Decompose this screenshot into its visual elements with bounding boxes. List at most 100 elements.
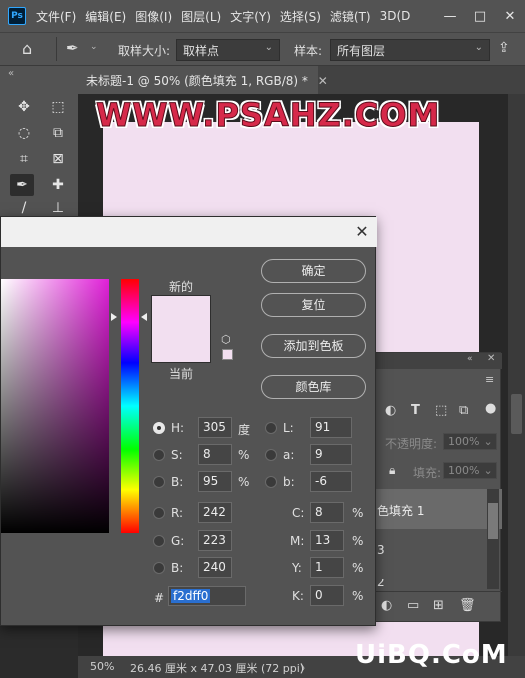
chevron-down-icon: ⌄ <box>264 42 273 53</box>
quick-select-tool-icon[interactable]: ⧉ <box>46 122 70 144</box>
site-logo-text: UiBQ.CoM <box>355 640 508 670</box>
scroll-thumb[interactable] <box>511 394 522 434</box>
l-input[interactable]: 91 <box>310 417 352 438</box>
sample-size-select[interactable]: 取样点 ⌄ <box>176 39 280 61</box>
hue-slider-right-arrow-icon[interactable] <box>141 313 147 321</box>
ok-button[interactable]: 确定 <box>261 259 366 283</box>
fill-field[interactable]: 100% ⌄ <box>443 462 497 479</box>
menu-image[interactable]: 图像(I) <box>135 8 172 25</box>
type-filter-icon[interactable]: T <box>411 403 420 418</box>
current-color-swatch[interactable] <box>151 329 211 363</box>
g-radio[interactable] <box>153 535 165 547</box>
s-unit: % <box>238 448 250 462</box>
frame-tool-icon[interactable]: ⊠ <box>46 148 70 170</box>
c-input[interactable]: 8 <box>310 502 344 523</box>
hex-input[interactable]: f2dff0 <box>168 586 246 606</box>
k-input[interactable]: 0 <box>310 585 344 606</box>
smart-object-filter-icon[interactable]: ⧉ <box>459 403 468 418</box>
separator <box>56 37 57 61</box>
hue-slider-left-arrow-icon[interactable] <box>111 313 117 321</box>
reset-button[interactable]: 复位 <box>261 293 366 317</box>
status-arrow-icon[interactable]: 〉 <box>300 660 311 676</box>
home-icon[interactable]: ⌂ <box>22 39 32 58</box>
eyedropper-tool-icon[interactable]: ✒ <box>66 39 79 57</box>
tab-close-icon[interactable]: ✕ <box>318 74 328 88</box>
a-radio[interactable] <box>265 449 277 461</box>
zoom-level[interactable]: 50% <box>90 660 114 673</box>
minimize-button[interactable]: — <box>435 9 465 24</box>
menu-layer[interactable]: 图层(L) <box>181 8 221 25</box>
share-icon[interactable]: ⇪ <box>498 40 510 56</box>
eyedropper-tool-icon[interactable]: ✒ <box>10 174 34 196</box>
lasso-tool-icon[interactable]: ◌ <box>12 122 36 144</box>
layers-scrollbar[interactable] <box>487 489 499 589</box>
h-radio[interactable] <box>153 422 165 434</box>
dialog-close-icon[interactable]: ✕ <box>351 221 373 243</box>
color-picker-dialog: ✕ 新的 当前 ⬡ 确定 复位 添加到色板 颜色库 H: 305 度 S: 8 … <box>0 216 377 626</box>
menu-file[interactable]: 文件(F) <box>36 8 76 25</box>
panel-menu-icon[interactable]: ≡ <box>485 373 494 386</box>
vertical-scrollbar[interactable] <box>508 94 525 656</box>
opacity-value: 100% <box>448 435 480 448</box>
collapse-icon[interactable]: « <box>467 354 473 364</box>
filter-toggle-icon[interactable]: ● <box>485 401 496 416</box>
document-tab-bar: 未标题-1 @ 50% (颜色填充 1, RGB/8) * ✕ <box>78 66 525 94</box>
s-input[interactable]: 8 <box>198 444 232 465</box>
dialog-title-bar[interactable] <box>1 217 377 247</box>
healing-brush-tool-icon[interactable]: ✚ <box>46 174 70 196</box>
color-libraries-button[interactable]: 颜色库 <box>261 375 366 399</box>
collapse-icon[interactable]: « <box>8 68 14 79</box>
menu-select[interactable]: 选择(S) <box>280 8 321 25</box>
close-window-button[interactable]: ✕ <box>495 9 525 24</box>
menu-type[interactable]: 文字(Y) <box>230 8 271 25</box>
m-input[interactable]: 13 <box>310 530 344 551</box>
r-input[interactable]: 242 <box>198 502 232 523</box>
k-unit: % <box>352 589 364 603</box>
rgb-b-radio[interactable] <box>153 562 165 574</box>
lab-b-input[interactable]: -6 <box>310 471 352 492</box>
document-tab[interactable]: 未标题-1 @ 50% (颜色填充 1, RGB/8) * ✕ <box>78 66 328 94</box>
close-panel-icon[interactable]: ✕ <box>487 353 495 364</box>
s-label: S: <box>171 448 183 462</box>
lock-icon[interactable]: 🔒︎ <box>389 463 395 478</box>
cube-icon[interactable]: ⬡ <box>221 333 231 346</box>
menu-edit[interactable]: 编辑(E) <box>85 8 126 25</box>
b-input[interactable]: 95 <box>198 471 232 492</box>
document-info: 26.46 厘米 x 47.03 厘米 (72 ppi) <box>130 662 305 675</box>
lab-b-label: b: <box>283 475 295 489</box>
maximize-button[interactable]: □ <box>465 9 495 24</box>
stamp-tool-icon[interactable]: ⊥ <box>46 200 70 216</box>
folder-icon[interactable]: ▭ <box>407 598 419 613</box>
lab-b-radio[interactable] <box>265 476 277 488</box>
scroll-thumb[interactable] <box>488 503 498 539</box>
adjustment-layer-icon[interactable]: ◐ <box>381 598 392 613</box>
chevron-down-icon[interactable]: ⌄ <box>90 42 98 52</box>
marquee-tool-icon[interactable]: ⬚ <box>46 96 70 118</box>
new-layer-icon[interactable]: ⊞ <box>433 598 444 613</box>
sample-select[interactable]: 所有图层 ⌄ <box>330 39 490 61</box>
web-color-swatch[interactable] <box>222 349 233 360</box>
a-input[interactable]: 9 <box>310 444 352 465</box>
r-radio[interactable] <box>153 507 165 519</box>
b-radio[interactable] <box>153 476 165 488</box>
menu-3d[interactable]: 3D(D <box>380 9 411 23</box>
s-radio[interactable] <box>153 449 165 461</box>
move-tool-icon[interactable]: ✥ <box>12 96 36 118</box>
sample-size-label: 取样大小: <box>118 44 171 58</box>
menu-bar: Ps 文件(F) 编辑(E) 图像(I) 图层(L) 文字(Y) 选择(S) 滤… <box>0 0 525 32</box>
g-input[interactable]: 223 <box>198 530 232 551</box>
shape-filter-icon[interactable]: ⬚ <box>435 403 447 418</box>
h-input[interactable]: 305 <box>198 417 232 438</box>
trash-icon[interactable]: 🗑︎ <box>459 598 476 613</box>
hue-slider[interactable] <box>121 279 139 533</box>
opacity-field[interactable]: 100% ⌄ <box>443 433 497 450</box>
menu-filter[interactable]: 滤镜(T) <box>330 8 371 25</box>
rgb-b-input[interactable]: 240 <box>198 557 232 578</box>
add-to-swatches-button[interactable]: 添加到色板 <box>261 334 366 358</box>
crop-tool-icon[interactable]: ⌗ <box>12 148 36 170</box>
brush-tool-icon[interactable]: / <box>12 200 36 216</box>
adjustment-filter-icon[interactable]: ◐ <box>385 403 396 418</box>
l-radio[interactable] <box>265 422 277 434</box>
y-input[interactable]: 1 <box>310 557 344 578</box>
color-field[interactable] <box>1 279 109 533</box>
